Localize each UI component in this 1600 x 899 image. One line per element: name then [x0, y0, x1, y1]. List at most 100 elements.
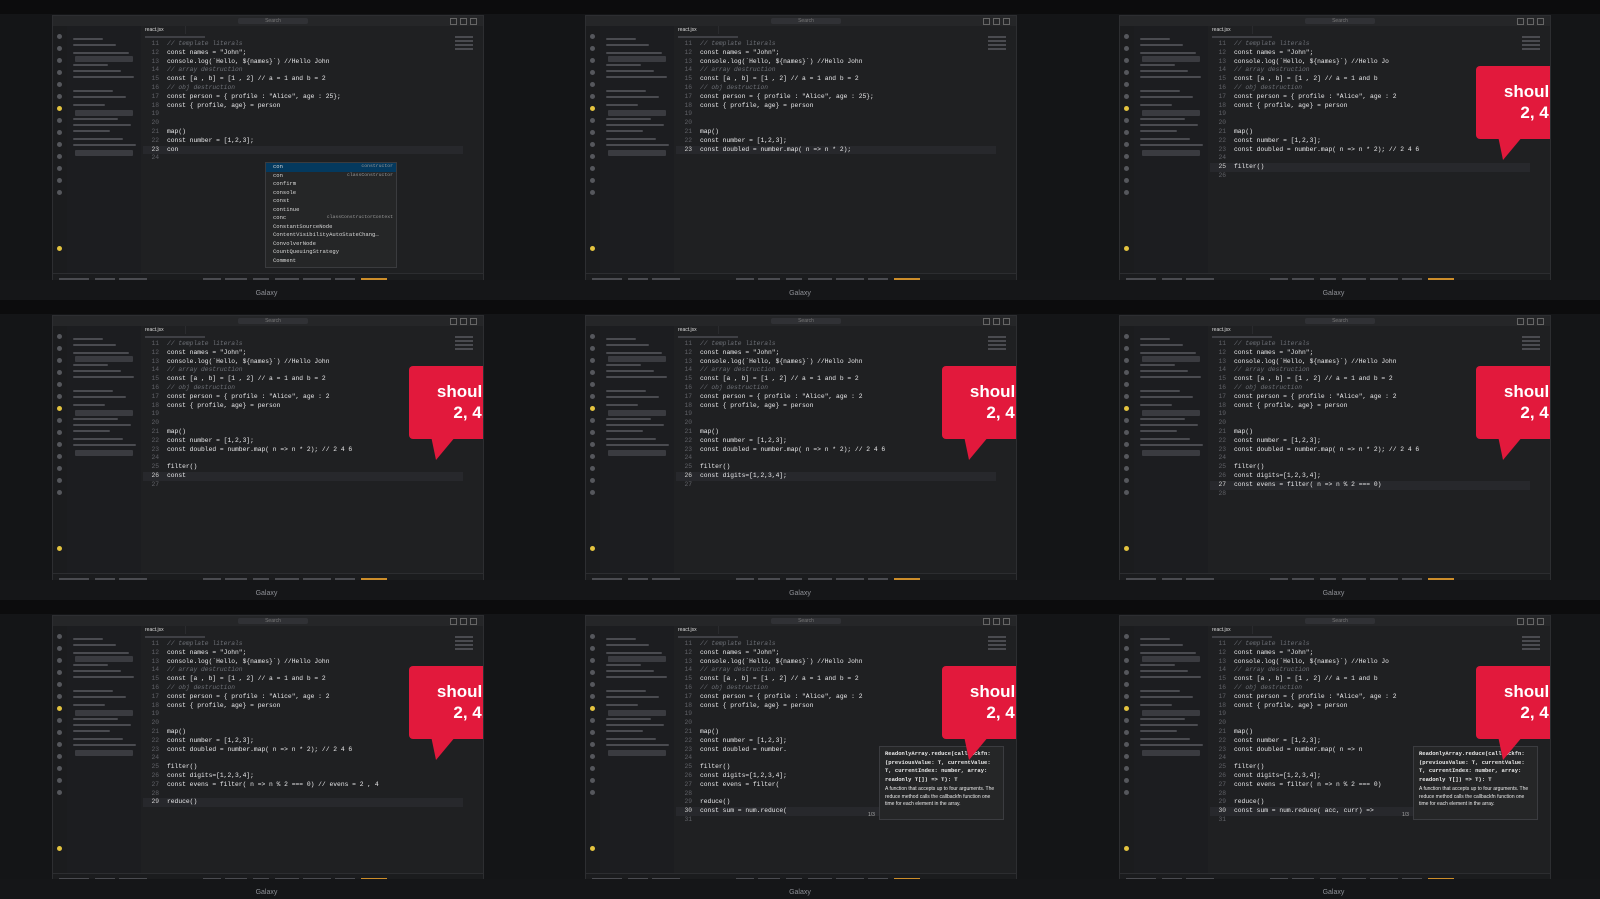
account-icon[interactable] — [590, 846, 595, 851]
code-line[interactable]: 11 // template literals — [143, 640, 463, 649]
activity-icon[interactable] — [590, 94, 595, 99]
code-line[interactable]: 23 const doubled = number.map( n => n * 2… — [143, 746, 463, 755]
minimize-icon[interactable] — [450, 318, 457, 325]
maximize-icon[interactable] — [993, 618, 1000, 625]
code-line[interactable]: 12 const names = "John"; — [143, 649, 463, 658]
activity-icon[interactable] — [57, 334, 62, 339]
account-icon[interactable] — [1124, 846, 1129, 851]
activity-icon[interactable] — [1124, 466, 1129, 471]
activity-icon[interactable] — [1124, 646, 1129, 651]
editor-area[interactable]: react.jsx 11 // template literals 12 const n… — [674, 326, 1016, 574]
activity-icon[interactable] — [57, 478, 62, 483]
activity-icon[interactable] — [1124, 130, 1129, 135]
activity-icon[interactable] — [590, 790, 595, 795]
open-folder-button[interactable] — [1142, 356, 1200, 362]
code-line[interactable]: 11 // template literals — [143, 40, 463, 49]
editor-area[interactable]: react.jsx 11 // template literals 12 const n… — [141, 326, 483, 574]
activity-icon[interactable] — [1124, 394, 1129, 399]
code-line[interactable]: 12 const names = "John"; — [1210, 49, 1530, 58]
code-line[interactable]: 12 const names = "John"; — [143, 349, 463, 358]
code-line[interactable]: 13 console.log(`Hello, ${names}`) //Hello… — [676, 58, 996, 67]
open-folder-button[interactable] — [75, 656, 133, 662]
activity-icon[interactable] — [1124, 118, 1129, 123]
command-search-input[interactable]: Search — [1305, 318, 1375, 324]
activity-icon[interactable] — [590, 658, 595, 663]
close-icon[interactable] — [1537, 18, 1544, 25]
code-line[interactable]: 25 filter() — [676, 463, 996, 472]
code-line[interactable]: 23 const doubled = number.map( n => n * 2… — [143, 446, 463, 455]
open-remote-repository-button[interactable] — [1142, 750, 1200, 756]
activity-icon[interactable] — [1124, 346, 1129, 351]
overload-counter[interactable]: 1/3 — [868, 811, 875, 820]
open-remote-repository-button[interactable] — [1142, 450, 1200, 456]
clone-repository-button[interactable] — [75, 410, 133, 416]
activity-icon[interactable] — [57, 790, 62, 795]
code-line[interactable]: 12 const names = "John"; — [143, 49, 463, 58]
activity-icon[interactable] — [590, 682, 595, 687]
autocomplete-item[interactable]: continue — [266, 206, 396, 215]
code-line[interactable]: 12 const names = "John"; — [676, 349, 996, 358]
code-line[interactable]: 27 — [143, 481, 463, 490]
activity-icon[interactable] — [590, 46, 595, 51]
code-line[interactable]: 11 // template literals — [676, 640, 996, 649]
code-line[interactable]: 11 // template literals — [676, 340, 996, 349]
activity-icon[interactable] — [57, 658, 62, 663]
code-line[interactable]: 11 // template literals — [1210, 340, 1530, 349]
code-line[interactable]: 23 const doubled = number.map( n => n * 2… — [1210, 446, 1530, 455]
activity-icon[interactable] — [57, 754, 62, 759]
activity-icon[interactable] — [590, 454, 595, 459]
activity-icon[interactable] — [590, 778, 595, 783]
maximize-icon[interactable] — [460, 318, 467, 325]
activity-icon[interactable] — [1124, 442, 1129, 447]
open-remote-repository-button[interactable] — [608, 150, 666, 156]
code-line[interactable]: 26 const digits=[1,2,3,4]; — [1210, 472, 1530, 481]
clone-repository-button[interactable] — [608, 110, 666, 116]
minimize-icon[interactable] — [983, 18, 990, 25]
activity-icon[interactable] — [57, 394, 62, 399]
code-line[interactable]: 24 — [143, 454, 463, 463]
activity-icon[interactable] — [1124, 730, 1129, 735]
activity-icon[interactable] — [590, 178, 595, 183]
minimize-icon[interactable] — [450, 618, 457, 625]
activity-icon[interactable] — [1124, 34, 1129, 39]
activity-icon[interactable] — [1124, 178, 1129, 183]
code-line[interactable]: 27 const evens = filter( n => n % 2 === 0… — [1210, 480, 1530, 490]
activity-icon[interactable] — [1124, 358, 1129, 363]
code-line[interactable]: 23 con — [143, 145, 463, 155]
close-icon[interactable] — [470, 618, 477, 625]
activity-icon[interactable] — [57, 766, 62, 771]
code-line[interactable]: 26 const digits=[1,2,3,4]; — [143, 772, 463, 781]
open-folder-button[interactable] — [608, 56, 666, 62]
activity-icon[interactable] — [1124, 790, 1129, 795]
command-search-input[interactable]: Search — [1305, 18, 1375, 24]
open-folder-button[interactable] — [1142, 56, 1200, 62]
autocomplete-item[interactable]: ConvolverNode — [266, 240, 396, 249]
activity-icon[interactable] — [1124, 742, 1129, 747]
minimize-icon[interactable] — [1517, 18, 1524, 25]
tab-react-jsx[interactable]: react.jsx — [141, 626, 186, 634]
code-line[interactable]: 28 — [143, 790, 463, 799]
code-line[interactable]: 25 filter() — [143, 463, 463, 472]
code-line[interactable]: 12 const names = "John"; — [676, 49, 996, 58]
activity-icon[interactable] — [590, 406, 595, 411]
minimize-icon[interactable] — [983, 318, 990, 325]
clone-repository-button[interactable] — [75, 110, 133, 116]
autocomplete-item[interactable]: CountQueuingStrategy — [266, 248, 396, 257]
activity-icon[interactable] — [1124, 658, 1129, 663]
activity-icon[interactable] — [57, 70, 62, 75]
activity-icon[interactable] — [590, 694, 595, 699]
activity-icon[interactable] — [57, 430, 62, 435]
activity-icon[interactable] — [57, 706, 62, 711]
activity-icon[interactable] — [1124, 778, 1129, 783]
activity-icon[interactable] — [1124, 478, 1129, 483]
tab-react-jsx[interactable]: react.jsx — [141, 326, 186, 334]
editor-area[interactable]: react.jsx 11 // template literals 12 const n… — [674, 626, 1016, 874]
editor-area[interactable]: react.jsx 11 // template literals 12 const n… — [1208, 326, 1550, 574]
activity-icon[interactable] — [57, 94, 62, 99]
activity-icon[interactable] — [590, 742, 595, 747]
activity-icon[interactable] — [57, 142, 62, 147]
activity-icon[interactable] — [590, 670, 595, 675]
activity-icon[interactable] — [590, 646, 595, 651]
maximize-icon[interactable] — [1527, 18, 1534, 25]
activity-icon[interactable] — [57, 46, 62, 51]
